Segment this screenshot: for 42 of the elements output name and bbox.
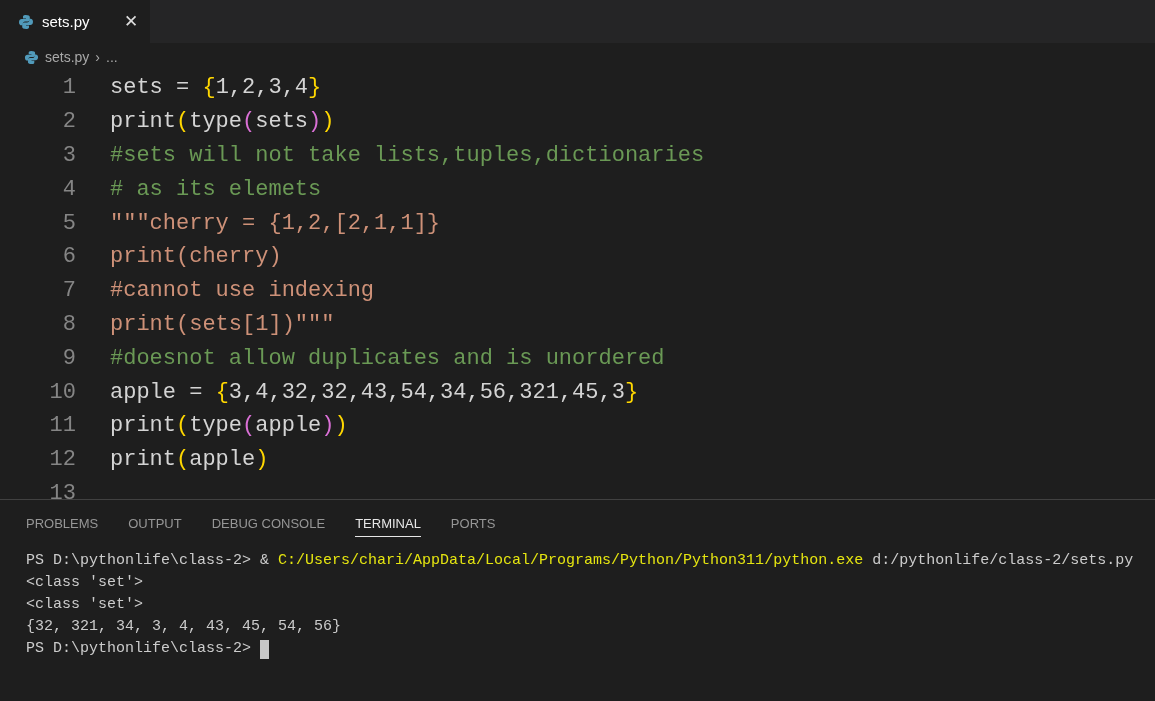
breadcrumb-item[interactable]: sets.py — [45, 49, 90, 65]
terminal-line: <class 'set'> — [26, 595, 144, 615]
line-number: 11 — [48, 413, 76, 439]
line-number: 2 — [61, 109, 76, 135]
line-number: 6 — [61, 244, 76, 270]
file-type-icon — [18, 13, 34, 30]
line-number: 4 — [61, 176, 76, 202]
panel-tab[interactable]: PORTS — [450, 509, 496, 537]
code-line: #doesnot allow duplicates and is unordered — [110, 345, 665, 371]
code-line: print(sets[1])""" — [110, 311, 335, 337]
line-number: 1 — [61, 75, 76, 101]
line-number: 3 — [61, 143, 76, 168]
close-icon[interactable]: ✕ — [124, 11, 138, 32]
file-type-icon — [24, 49, 39, 65]
code-line: # as its elemets — [110, 176, 322, 202]
code-line: print(type(apple)) — [110, 413, 348, 439]
code-line: print(cherry) — [110, 244, 282, 270]
terminal-line: PS D:\pythonlife\class-2> — [26, 639, 253, 659]
editor-tab[interactable]: sets.py ✕ — [0, 0, 150, 43]
line-number: 7 — [61, 278, 76, 304]
panel-tab[interactable]: TERMINAL — [355, 509, 421, 537]
code-line: apple = {3,4,32,32,43,54,34,56,321,45,3} — [110, 379, 639, 405]
terminal-line: <class 'set'> — [26, 573, 144, 593]
breadcrumb-item[interactable]: ... — [106, 49, 118, 65]
code-line: #sets will not take lists,tuples,dictionaries — [110, 143, 705, 168]
line-number: 12 — [48, 447, 76, 473]
panel-tab[interactable]: OUTPUT — [128, 509, 182, 537]
line-number: 5 — [61, 210, 76, 236]
line-number: 10 — [48, 379, 76, 405]
terminal-line: PS D:\pythonlife\class-2> & C:/Users/chari/AppData/Local/Programs/Python/Python311/python.exe d:/pythonlife/class-2/sets.py — [26, 551, 1134, 571]
panel-tab[interactable]: PROBLEMS — [26, 509, 99, 537]
code-line: print(apple) — [110, 447, 269, 473]
code-line: sets = {1,2,3,4} — [110, 75, 322, 101]
code-line: """cherry = {1,2,[2,1,1]} — [110, 210, 441, 236]
terminal-line: {32, 321, 34, 3, 4, 43, 45, 54, 56} — [26, 617, 342, 637]
line-number: 9 — [61, 345, 76, 371]
code-line: #cannot use indexing — [110, 278, 375, 304]
panel-tab[interactable]: DEBUG CONSOLE — [211, 509, 326, 537]
code-line: print(type(sets)) — [110, 109, 335, 135]
chevron-icon: › — [95, 49, 101, 65]
line-number: 8 — [61, 311, 76, 337]
line-number: 13 — [48, 480, 76, 499]
